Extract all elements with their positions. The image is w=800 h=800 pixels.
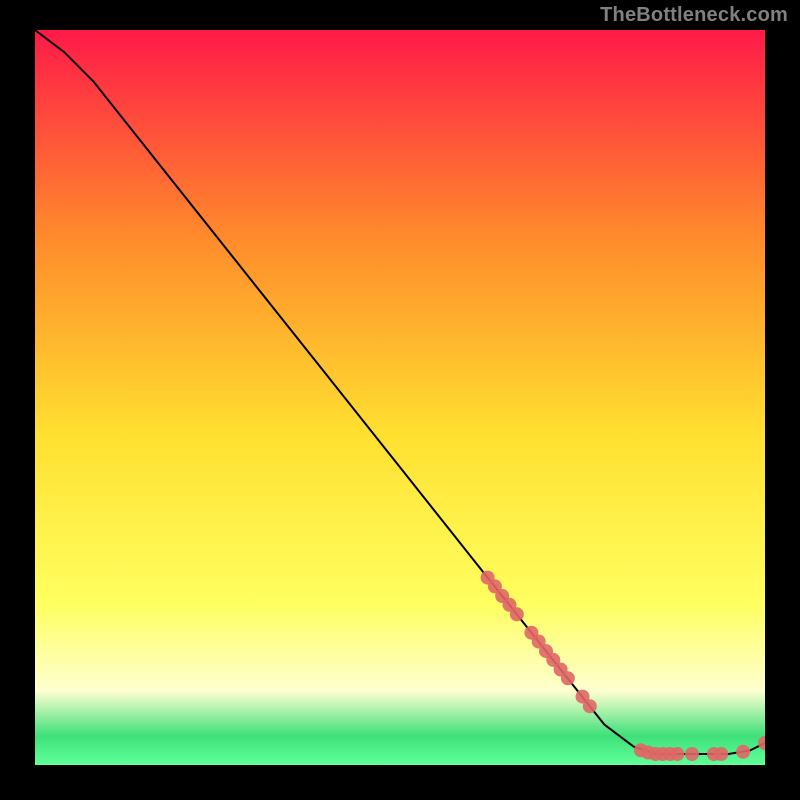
chart-frame: TheBottleneck.com xyxy=(0,0,800,800)
data-marker xyxy=(685,747,699,761)
data-marker xyxy=(561,671,575,685)
attribution-label: TheBottleneck.com xyxy=(600,4,788,27)
data-marker xyxy=(736,745,750,759)
gradient-background xyxy=(35,30,765,765)
plot-area xyxy=(35,30,765,765)
data-marker xyxy=(670,747,684,761)
data-marker xyxy=(510,607,524,621)
data-marker xyxy=(714,747,728,761)
data-marker xyxy=(583,699,597,713)
chart-svg xyxy=(35,30,765,765)
